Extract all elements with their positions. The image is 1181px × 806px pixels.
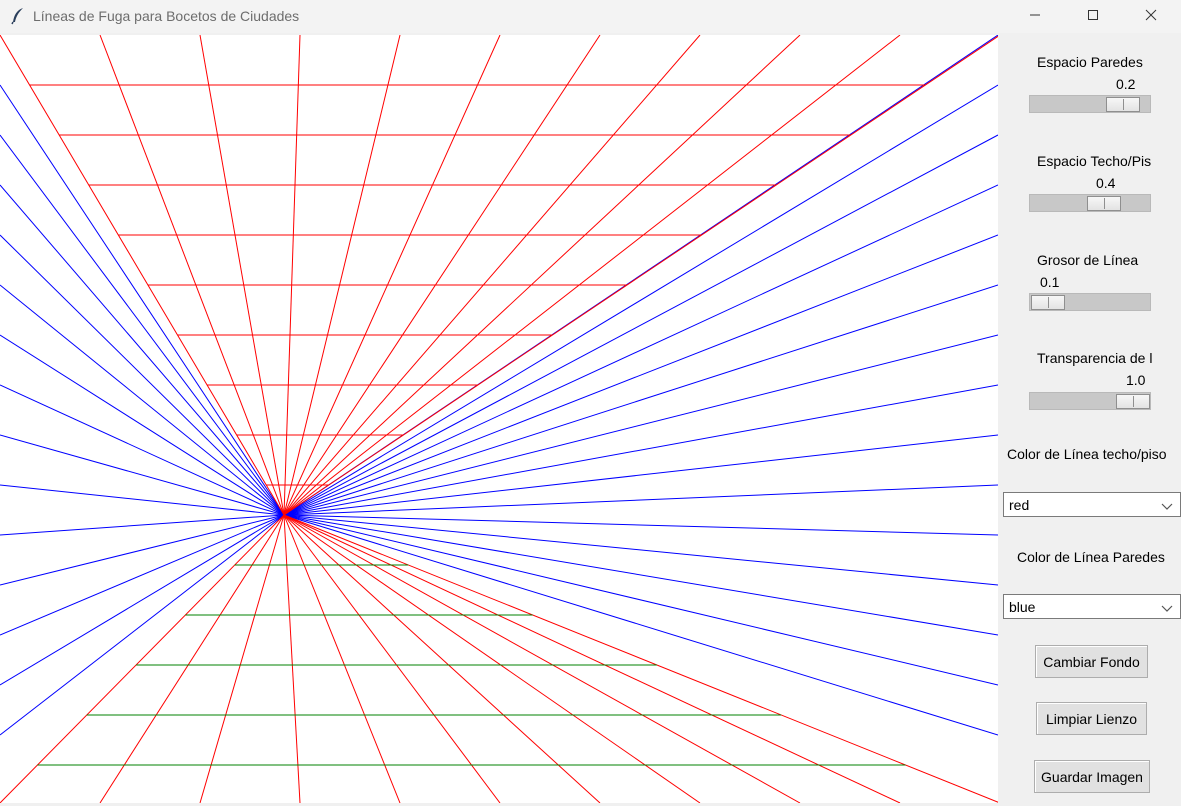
wall-line [0, 134, 285, 516]
wall-line [0, 484, 285, 516]
ceiling-line [283, 35, 301, 516]
wall-line [283, 134, 998, 516]
guardar-imagen-button[interactable]: Guardar Imagen [1034, 760, 1150, 793]
window-title: Líneas de Fuga para Bocetos de Ciudades [33, 8, 300, 24]
wall-line [283, 484, 998, 516]
floor-line [99, 514, 285, 803]
ceiling-line [199, 35, 285, 516]
ceiling-line [283, 35, 901, 516]
floor-line [283, 514, 401, 803]
grosor-linea-value: 0.1 [1040, 274, 1060, 290]
color-paredes-selected: blue [1009, 599, 1036, 615]
wall-line [0, 234, 285, 516]
close-icon [1145, 9, 1157, 24]
espacio-paredes-slider[interactable] [1029, 95, 1151, 113]
wall-line [283, 434, 998, 516]
transparencia-slider[interactable] [1029, 392, 1151, 410]
espacio-techo-piso-label: Espacio Techo/Pis [1037, 153, 1152, 169]
wall-line [283, 514, 998, 686]
floor-line [283, 514, 601, 803]
ceiling-line [283, 35, 401, 516]
maximize-icon [1087, 9, 1099, 24]
color-techo-piso-select[interactable]: red [1003, 492, 1181, 517]
close-button[interactable] [1128, 0, 1174, 33]
grosor-linea-slider-handle[interactable] [1031, 295, 1065, 310]
wall-line [283, 334, 998, 516]
color-techo-piso-label: Color de Línea techo/piso [1007, 446, 1167, 462]
wall-line [0, 434, 285, 516]
chevron-down-icon[interactable] [1161, 500, 1173, 510]
wall-line [0, 284, 285, 516]
grosor-linea-label: Grosor de Línea [1037, 252, 1139, 268]
floor-line [283, 514, 301, 803]
wall-line [283, 284, 998, 516]
espacio-paredes-label: Espacio Paredes [1037, 54, 1143, 70]
floor-line [283, 514, 901, 803]
color-paredes-select[interactable]: blue [1003, 594, 1181, 619]
limpiar-lienzo-button[interactable]: Limpiar Lienzo [1036, 702, 1147, 735]
title-bar: Líneas de Fuga para Bocetos de Ciudades [0, 0, 1181, 33]
floor-line [283, 514, 701, 803]
maximize-button[interactable] [1070, 0, 1116, 33]
ceiling-line [283, 35, 701, 516]
cambiar-fondo-button[interactable]: Cambiar Fondo [1035, 645, 1148, 678]
ceiling-line [283, 35, 601, 516]
transparencia-slider-handle[interactable] [1116, 394, 1150, 409]
espacio-paredes-slider-handle[interactable] [1106, 97, 1140, 112]
espacio-techo-piso-slider[interactable] [1029, 194, 1151, 212]
feather-icon [10, 7, 26, 25]
control-panel: Espacio Paredes 0.2 Espacio Techo/Pis 0.… [998, 33, 1181, 806]
color-paredes-label: Color de Línea Paredes [1017, 549, 1165, 565]
chevron-down-icon[interactable] [1161, 602, 1173, 612]
wall-line [0, 334, 285, 516]
espacio-techo-piso-slider-handle[interactable] [1087, 196, 1121, 211]
color-techo-piso-selected: red [1009, 497, 1030, 513]
ceiling-line [0, 35, 285, 516]
wall-line [0, 514, 285, 736]
minimize-icon [1029, 9, 1041, 24]
grosor-linea-slider[interactable] [1029, 293, 1151, 311]
minimize-button[interactable] [1012, 0, 1058, 33]
transparencia-value: 1.0 [1126, 372, 1146, 388]
espacio-paredes-value: 0.2 [1116, 76, 1136, 92]
drawing-canvas[interactable] [0, 35, 998, 803]
perspective-drawing [0, 35, 998, 803]
transparencia-label: Transparencia de l [1037, 350, 1153, 366]
ceiling-line [283, 35, 801, 516]
wall-line [283, 514, 998, 736]
espacio-techo-piso-value: 0.4 [1096, 175, 1116, 191]
